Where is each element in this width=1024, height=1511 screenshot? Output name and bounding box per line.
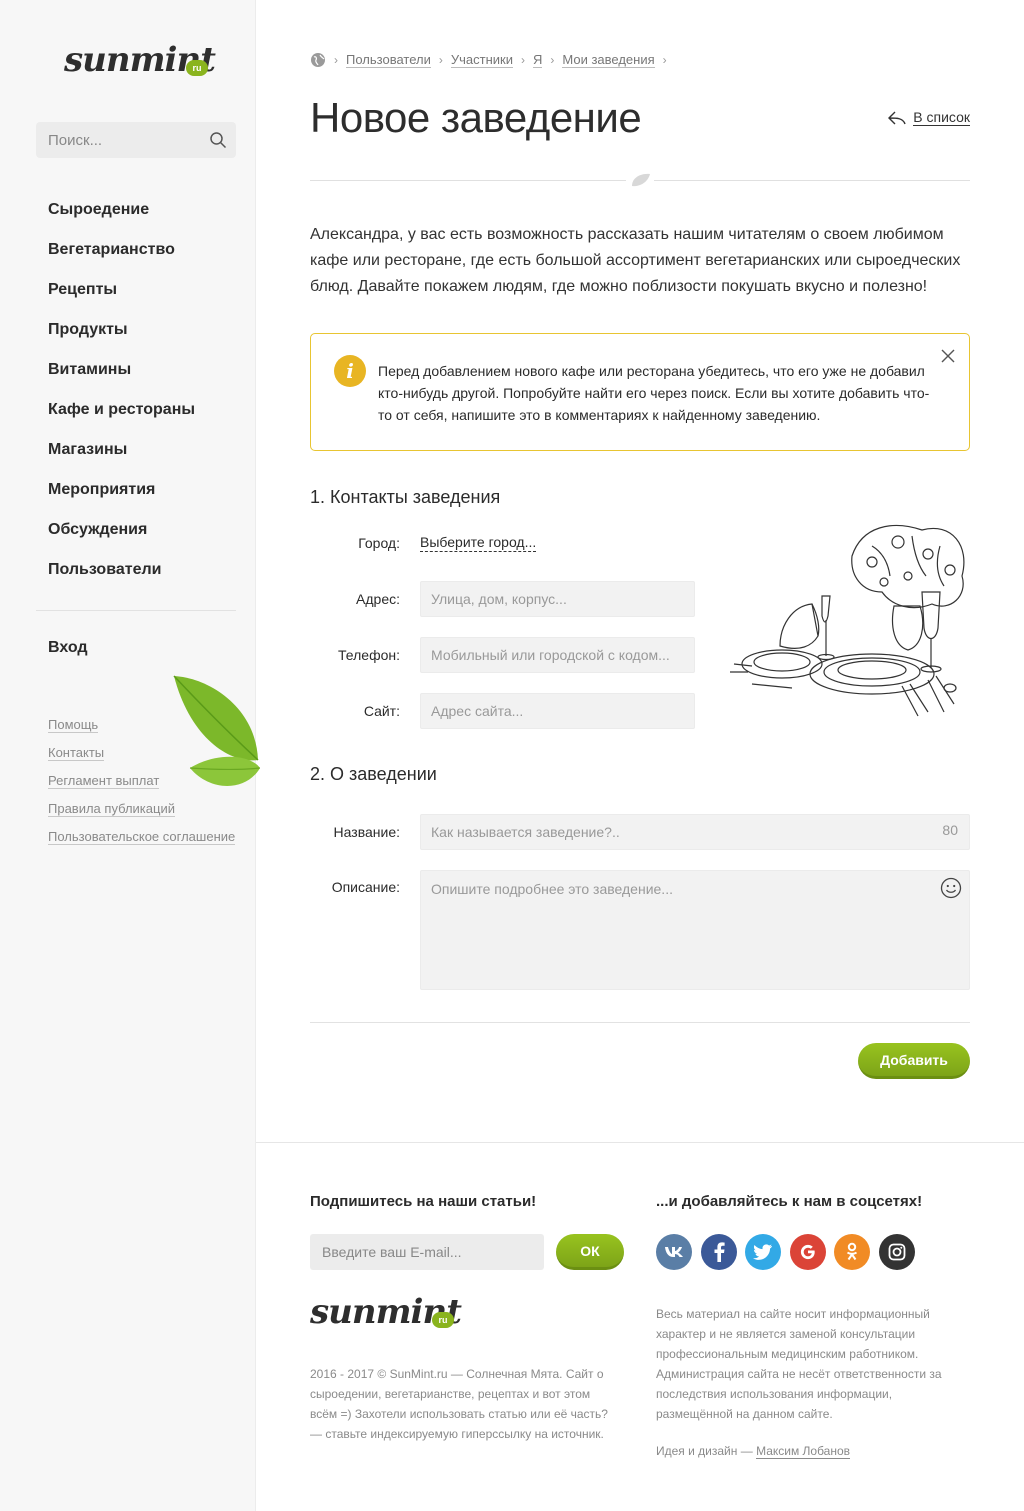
breadcrumb: › Пользователи › Участники › Я › Мои зав… [310, 51, 675, 69]
sidebar: sunmint ru Сыроедение Вегетарианство Рец… [0, 0, 260, 1511]
site-input[interactable] [420, 693, 695, 729]
footer-divider [256, 1142, 1024, 1143]
nav-item-discussions[interactable]: Обсуждения [48, 518, 195, 558]
search-box [36, 122, 236, 158]
link-contacts-label: Контакты [48, 745, 105, 761]
google-glyph-icon [800, 1244, 815, 1260]
link-payouts-label: Регламент выплат [48, 773, 160, 789]
nav-item-events[interactable]: Мероприятия [48, 478, 195, 518]
instagram-icon[interactable] [878, 1234, 915, 1270]
instagram-glyph-icon [888, 1243, 905, 1261]
credit-prefix: Идея и дизайн — [656, 1444, 757, 1458]
subscribe-email-input[interactable] [310, 1234, 544, 1270]
section-contacts-title: 1. Контакты заведения [310, 487, 501, 507]
search-icon[interactable] [209, 131, 227, 149]
city-select[interactable]: Выберите город... [420, 534, 537, 552]
link-help-label: Помощь [48, 717, 99, 733]
facebook-glyph-icon [714, 1242, 725, 1262]
logo-badge: ru [186, 60, 208, 76]
odnoklassniki-glyph-icon [846, 1242, 858, 1261]
description-label: Описание: [331, 879, 400, 895]
emoji-smiley-icon[interactable] [940, 877, 962, 899]
login-link[interactable]: Вход [48, 639, 88, 657]
link-user-agreement-label: Пользовательское соглашение [48, 829, 236, 845]
restaurant-table-illustration [730, 524, 965, 717]
link-publishing-rules[interactable]: Правила публикаций [48, 801, 235, 829]
add-button[interactable]: Добавить [858, 1043, 970, 1079]
notice-box: i Перед добавлением нового кафе или рест… [310, 333, 970, 451]
vk-glyph-icon [665, 1247, 683, 1257]
social-title: ...и добавляйтесь к нам в соцсетях! [656, 1193, 923, 1210]
subscribe-ok-button[interactable]: ОК [556, 1234, 624, 1270]
chevron-right-icon: › [334, 53, 338, 67]
chevron-right-icon: › [550, 53, 555, 67]
nav-item-cafes[interactable]: Кафе и рестораны [48, 398, 195, 438]
close-icon[interactable] [939, 347, 957, 365]
copyright-text: 2016 - 2017 © SunMint.ru — Солнечная Мят… [310, 1367, 608, 1441]
phone-input[interactable] [420, 637, 695, 673]
twitter-icon[interactable] [745, 1234, 781, 1270]
address-input[interactable] [420, 581, 695, 617]
link-help[interactable]: Помощь [48, 717, 235, 745]
name-char-counter: 80 [942, 822, 958, 838]
facebook-icon[interactable] [700, 1234, 737, 1270]
nav-item-vitamins[interactable]: Витамины [48, 358, 195, 398]
chevron-right-icon: › [438, 53, 443, 67]
chevron-right-icon: › [520, 53, 525, 67]
disclaimer-text: Весь материал на сайте носит информацион… [656, 1307, 942, 1421]
phone-label: Телефон: [338, 647, 400, 663]
google-icon[interactable] [789, 1234, 826, 1270]
link-contacts[interactable]: Контакты [48, 745, 235, 773]
nav-item-recipes[interactable]: Рецепты [48, 278, 195, 318]
site-label: Сайт: [363, 703, 400, 719]
info-icon: i [334, 355, 366, 387]
main-nav: Сыроедение Вегетарианство Рецепты Продук… [48, 198, 195, 598]
back-to-list-link[interactable]: В список [887, 109, 970, 126]
vk-icon[interactable] [656, 1234, 692, 1270]
sidebar-divider [36, 610, 236, 611]
footer-logo[interactable]: sunmint ru [310, 1292, 462, 1342]
intro-text: Александра, у вас есть возможность расск… [310, 226, 961, 295]
chevron-right-icon: › [662, 53, 667, 67]
leaf-divider-icon [626, 170, 654, 190]
description-textarea[interactable] [420, 870, 970, 990]
name-label: Название: [333, 824, 400, 840]
sidebar-links: Помощь Контакты Регламент выплат Правила… [48, 717, 236, 857]
search-input[interactable] [36, 122, 196, 158]
form-divider [310, 1022, 970, 1023]
name-input[interactable] [420, 814, 970, 850]
breadcrumb-members[interactable]: Участники [450, 52, 513, 68]
twitter-glyph-icon [753, 1244, 772, 1260]
social-links [656, 1234, 923, 1270]
nav-item-raw-food[interactable]: Сыроедение [48, 198, 195, 238]
odnoklassniki-icon[interactable] [834, 1234, 870, 1270]
link-payouts[interactable]: Регламент выплат [48, 773, 235, 801]
section-about-title: 2. О заведении [310, 764, 437, 784]
subscribe-title: Подпишитесь на наши статьи! [310, 1193, 537, 1210]
address-label: Адрес: [356, 591, 400, 607]
footer-logo-badge: ru [432, 1312, 454, 1328]
designer-link[interactable]: Максим Лобанов [756, 1444, 851, 1459]
breadcrumb-me[interactable]: Я [532, 52, 543, 68]
breadcrumb-my-places[interactable]: Мои заведения [562, 52, 655, 68]
notice-text: Перед добавлением нового кафе или рестор… [378, 363, 930, 423]
home-globe-icon[interactable] [310, 52, 326, 68]
nav-item-vegetarian[interactable]: Вегетарианство [48, 238, 195, 278]
city-label: Город: [358, 535, 400, 551]
back-to-list-label: В список [913, 109, 970, 126]
nav-item-users[interactable]: Пользователи [48, 558, 195, 598]
nav-item-shops[interactable]: Магазины [48, 438, 195, 478]
design-credit: Идея и дизайн — Максим Лобанов [656, 1444, 851, 1459]
reply-arrow-icon [888, 111, 906, 124]
nav-item-products[interactable]: Продукты [48, 318, 195, 358]
link-user-agreement[interactable]: Пользовательское соглашение [48, 829, 236, 857]
site-logo[interactable]: sunmint ru [64, 40, 216, 90]
link-publishing-rules-label: Правила публикаций [48, 801, 175, 817]
breadcrumb-users[interactable]: Пользователи [346, 52, 431, 68]
page-title: Новое заведение [310, 94, 642, 141]
